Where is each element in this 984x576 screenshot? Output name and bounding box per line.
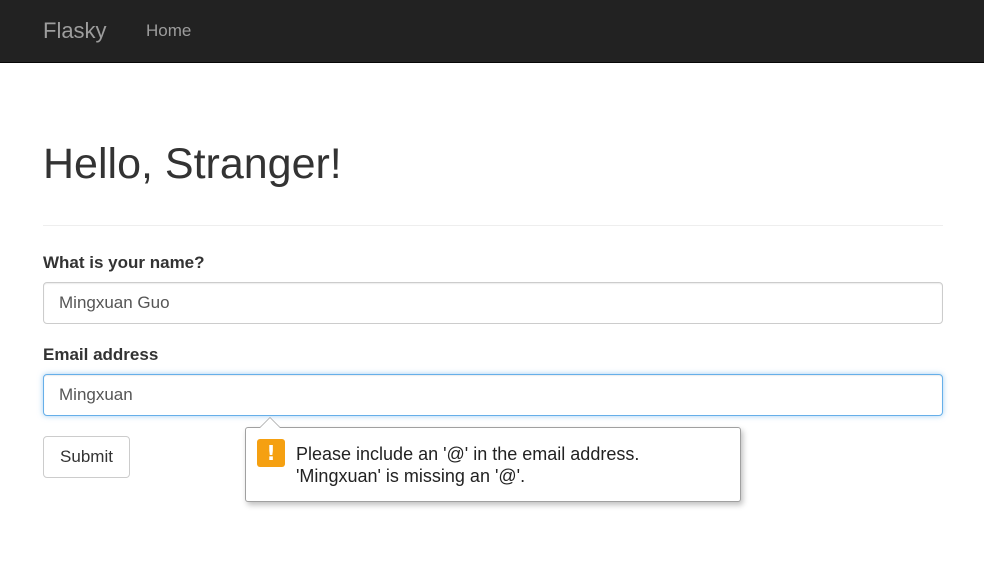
page-title: Hello, Stranger! xyxy=(43,140,342,188)
email-label: Email address xyxy=(43,345,159,364)
tooltip-message: Please include an '@' in the email addre… xyxy=(296,443,639,487)
tooltip-line-1: Please include an '@' in the email addre… xyxy=(296,444,640,464)
nav-item-home[interactable]: Home xyxy=(146,21,191,41)
warning-icon: ! xyxy=(257,439,285,467)
top-navbar: Flasky Home xyxy=(0,0,984,63)
name-input[interactable] xyxy=(43,282,943,324)
tooltip-arrow-fill xyxy=(260,418,280,428)
email-input[interactable] xyxy=(43,374,943,416)
name-label: What is your name? xyxy=(43,253,205,272)
validation-tooltip: ! Please include an '@' in the email add… xyxy=(245,417,741,502)
header-divider xyxy=(43,225,943,226)
navbar-brand[interactable]: Flasky xyxy=(43,17,107,45)
tooltip-line-2: 'Mingxuan' is missing an '@'. xyxy=(296,466,526,486)
submit-button[interactable]: Submit xyxy=(43,436,130,478)
